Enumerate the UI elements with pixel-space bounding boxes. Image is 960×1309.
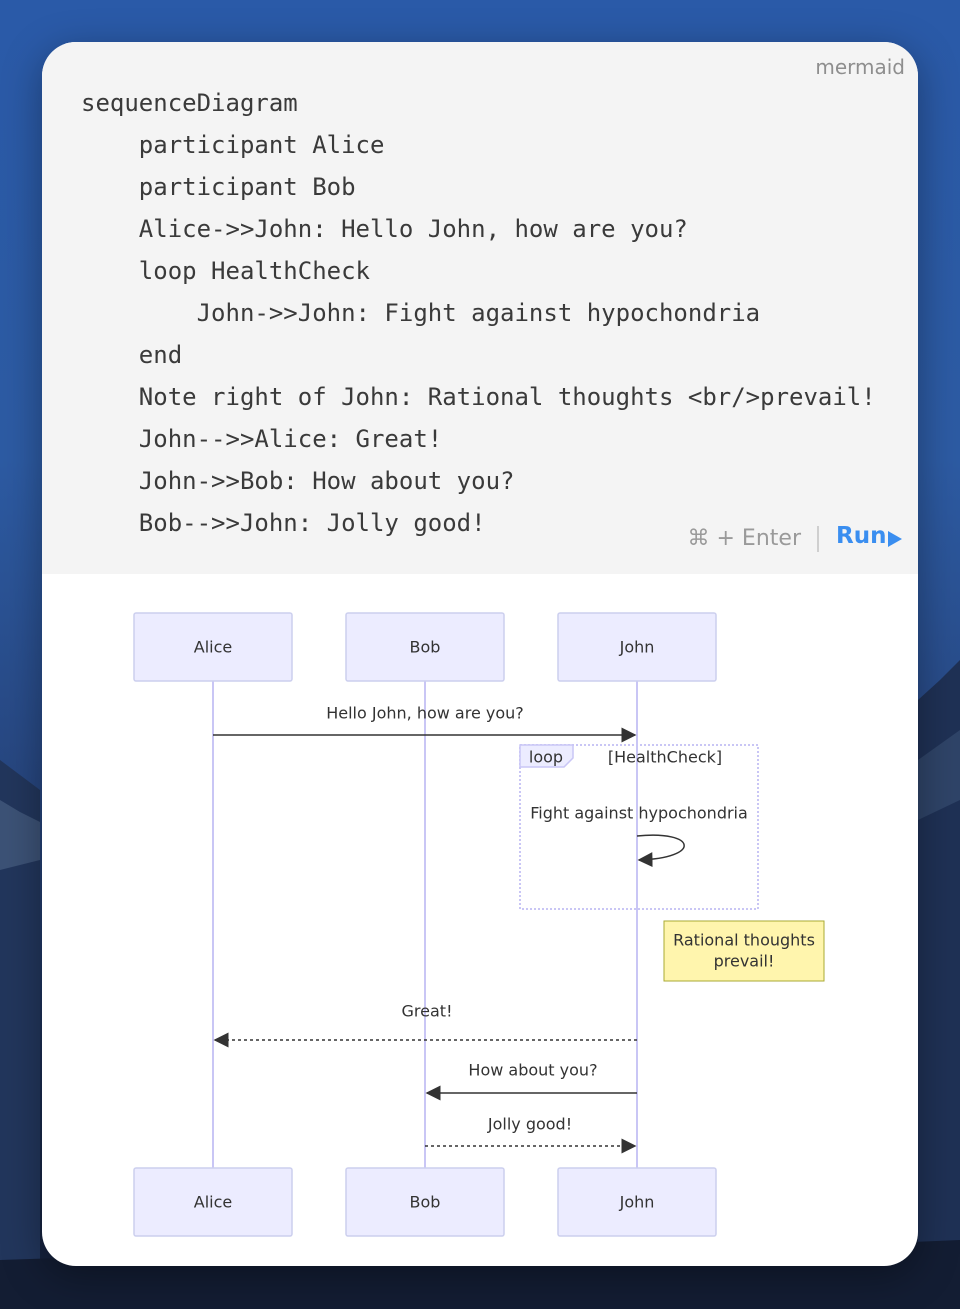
run-button[interactable]: Run <box>836 523 886 549</box>
code-line: John->>John: Fight against hypochondria <box>81 299 761 327</box>
message-label: Jolly good! <box>487 1115 572 1134</box>
language-label: mermaid <box>815 55 905 79</box>
loop-condition: [HealthCheck] <box>608 748 722 767</box>
code-line: participant Alice <box>81 131 385 159</box>
mermaid-card: mermaid sequenceDiagram participant Alic… <box>42 42 918 1266</box>
message-label: Hello John, how are you? <box>326 704 524 723</box>
code-line: John-->>Alice: Great! <box>81 425 443 453</box>
actor-label-john: John <box>619 1193 655 1212</box>
actor-label-bob: Bob <box>410 1193 441 1212</box>
actor-label-alice: Alice <box>194 1193 232 1212</box>
sequence-diagram: loop [HealthCheck] Alice Alice Bob Bob John Joh… <box>133 612 825 1237</box>
code-line: loop HealthCheck <box>81 257 370 285</box>
code-line: Note right of John: Rational thoughts <b… <box>81 383 876 411</box>
run-shortcut-hint: ⌘ + Enter <box>687 526 801 551</box>
loop-label: loop <box>529 748 563 767</box>
note-text: prevail! <box>714 952 775 971</box>
note-text: Rational thoughts <box>673 931 815 950</box>
actor-label-alice: Alice <box>194 638 232 657</box>
code-line: end <box>81 341 183 369</box>
message-label: Fight against hypochondria <box>530 804 748 823</box>
loop-frame <box>519 744 759 910</box>
run-separator <box>817 526 819 552</box>
code-line: John->>Bob: How about you? <box>81 467 515 495</box>
code-text[interactable]: sequenceDiagram participant Alice partic… <box>81 82 876 544</box>
code-line: participant Bob <box>81 173 356 201</box>
code-line: sequenceDiagram <box>81 89 298 117</box>
message-label: How about you? <box>468 1061 597 1080</box>
self-message-arrow <box>636 834 685 868</box>
message-label: Great! <box>402 1002 453 1021</box>
actor-label-bob: Bob <box>410 638 441 657</box>
actor-label-john: John <box>619 638 655 657</box>
code-line: Alice->>John: Hello John, how are you? <box>81 215 688 243</box>
play-icon[interactable] <box>888 531 902 547</box>
code-editor[interactable]: mermaid sequenceDiagram participant Alic… <box>42 42 918 574</box>
